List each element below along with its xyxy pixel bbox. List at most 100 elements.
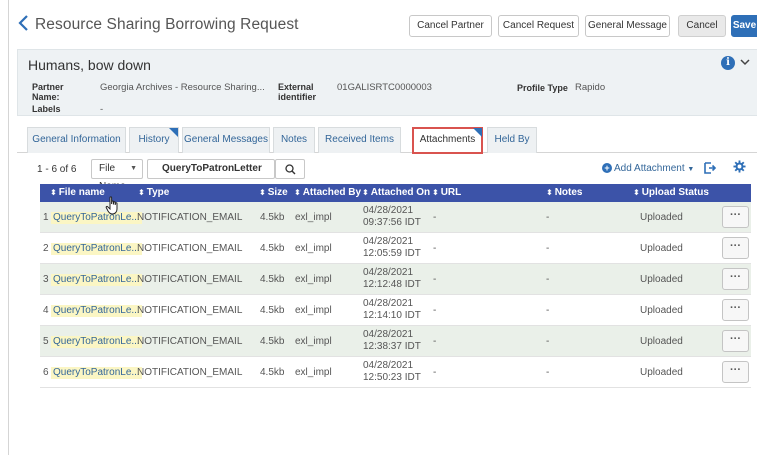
tab-label: General Messages — [184, 134, 268, 145]
type-cell: NOTIFICATION_EMAIL — [137, 243, 243, 254]
tab-label: Received Items — [325, 134, 394, 145]
new-indicator-icon — [473, 128, 482, 137]
sort-icon: ⬍ — [633, 188, 640, 197]
row-actions-ellipsis-icon[interactable]: ··· — [722, 268, 749, 290]
attached-by-cell: exl_impl — [295, 336, 332, 347]
upload-status-cell: Uploaded — [640, 367, 683, 378]
page-title: Resource Sharing Borrowing Request — [35, 16, 299, 33]
save-button[interactable]: Save — [731, 15, 757, 37]
tab-general-messages[interactable]: General Messages — [182, 127, 270, 153]
file-name-link[interactable]: QueryToPatronLe... — [51, 305, 142, 317]
upload-status-cell: Uploaded — [640, 336, 683, 347]
notes-cell: - — [546, 367, 550, 378]
profile-type-value: Rapido — [575, 82, 606, 93]
request-title: Humans, bow down — [28, 57, 151, 73]
sort-icon: ⬍ — [546, 188, 553, 197]
table-row[interactable]: 6 QueryToPatronLe... NOTIFICATION_EMAIL … — [40, 357, 751, 388]
filter-search-input[interactable]: QueryToPatronLetter — [147, 159, 275, 179]
cancel-button[interactable]: Cancel — [678, 15, 726, 37]
external-identifier-label: External identifier — [278, 82, 317, 102]
column-header-size[interactable]: ⬍ Size — [259, 184, 288, 202]
hand-cursor-icon — [105, 196, 121, 216]
table-row[interactable]: 1 QueryToPatronLe... NOTIFICATION_EMAIL … — [40, 202, 751, 233]
profile-type-label: Profile Type — [517, 83, 568, 93]
table-row[interactable]: 4 QueryToPatronLe... NOTIFICATION_EMAIL … — [40, 295, 751, 326]
column-header-type[interactable]: ⬍ Type — [138, 184, 169, 202]
tab-held-by[interactable]: Held By — [487, 127, 537, 153]
cancel-request-button[interactable]: Cancel Request — [498, 15, 579, 37]
column-header-file-name[interactable]: ⬍ File name — [50, 184, 105, 202]
attached-on-time: 12:14:10 IDT — [363, 310, 421, 321]
sort-icon: ⬍ — [432, 188, 439, 197]
cancel-partner-button[interactable]: Cancel Partner — [409, 15, 492, 37]
file-name-link[interactable]: QueryToPatronLe... — [51, 367, 142, 379]
external-identifier-value: 01GALISRTC0000003 — [337, 82, 432, 93]
chevron-down-icon[interactable] — [739, 55, 751, 69]
tab-general-information[interactable]: General Information — [27, 127, 126, 153]
tab-received-items[interactable]: Received Items — [318, 127, 401, 153]
info-icon[interactable]: i — [721, 56, 735, 70]
export-icon[interactable] — [703, 161, 717, 175]
row-actions-ellipsis-icon[interactable]: ··· — [722, 330, 749, 352]
add-attachment-button[interactable]: + Add Attachment ▼ — [602, 163, 694, 174]
attached-on-time: 12:50:23 IDT — [363, 372, 421, 383]
row-number: 5 — [43, 336, 49, 347]
row-actions-ellipsis-icon[interactable]: ··· — [722, 299, 749, 321]
attached-on-date: 04/28/2021 — [363, 298, 414, 309]
row-actions-ellipsis-icon[interactable]: ··· — [722, 206, 749, 228]
type-cell: NOTIFICATION_EMAIL — [137, 305, 243, 316]
tab-notes[interactable]: Notes — [273, 127, 315, 153]
table-row[interactable]: 2 QueryToPatronLe... NOTIFICATION_EMAIL … — [40, 233, 751, 264]
file-name-link[interactable]: QueryToPatronLe... — [51, 243, 142, 255]
attached-on-date: 04/28/2021 — [363, 205, 414, 216]
tab-label: History — [138, 134, 170, 145]
tab-label: Held By — [494, 134, 530, 145]
tab-label: Notes — [280, 134, 308, 145]
table-row[interactable]: 3 QueryToPatronLe... NOTIFICATION_EMAIL … — [40, 264, 751, 295]
row-actions-ellipsis-icon[interactable]: ··· — [722, 237, 749, 259]
tab-label: Attachments — [419, 134, 476, 145]
back-chevron-icon[interactable] — [17, 14, 31, 32]
app-window: Resource Sharing Borrowing Request Cance… — [8, 0, 757, 455]
gear-icon[interactable] — [733, 160, 747, 174]
tab-attachments[interactable]: Attachments — [412, 127, 483, 154]
size-cell: 4.5kb — [260, 243, 285, 254]
column-header-upload-status[interactable]: ⬍ Upload Status — [633, 184, 709, 202]
tab-label: General Information — [32, 134, 121, 145]
notes-cell: - — [546, 212, 550, 223]
request-summary-panel: Humans, bow down i Partner Name: Georgia… — [17, 49, 757, 116]
filter-field-select[interactable]: File Name ▼ — [91, 159, 143, 192]
attached-on-time: 12:12:48 IDT — [363, 279, 421, 290]
type-cell: NOTIFICATION_EMAIL — [137, 274, 243, 285]
attached-by-cell: exl_impl — [295, 305, 332, 316]
row-number: 4 — [43, 305, 49, 316]
general-message-button[interactable]: General Message — [585, 15, 670, 37]
column-header-notes[interactable]: ⬍ Notes — [546, 184, 583, 202]
partner-name-value: Georgia Archives - Resource Sharing... — [100, 82, 265, 93]
column-header-url[interactable]: ⬍ URL — [432, 184, 461, 202]
tab-history[interactable]: History — [129, 127, 179, 153]
file-name-link[interactable]: QueryToPatronLe... — [51, 336, 142, 348]
upload-status-cell: Uploaded — [640, 305, 683, 316]
file-name-link[interactable]: QueryToPatronLe... — [51, 274, 142, 286]
search-button[interactable] — [275, 159, 305, 179]
size-cell: 4.5kb — [260, 212, 285, 223]
caret-down-icon: ▼ — [130, 165, 137, 172]
attached-by-cell: exl_impl — [295, 367, 332, 378]
column-header-attached-on[interactable]: ⬍ Attached On — [362, 184, 430, 202]
column-label: Type — [146, 187, 170, 198]
file-name-link[interactable]: QueryToPatronLe... — [51, 212, 142, 224]
notes-cell: - — [546, 243, 550, 254]
url-cell: - — [433, 367, 437, 378]
labels-value: - — [100, 104, 104, 115]
table-row[interactable]: 5 QueryToPatronLe... NOTIFICATION_EMAIL … — [40, 326, 751, 357]
partner-name-label: Partner Name: — [32, 82, 64, 102]
row-number: 1 — [43, 212, 49, 223]
column-label: Attached By — [302, 187, 362, 198]
row-actions-ellipsis-icon[interactable]: ··· — [722, 361, 749, 383]
column-header-attached-by[interactable]: ⬍ Attached By — [294, 184, 361, 202]
size-cell: 4.5kb — [260, 274, 285, 285]
column-label: Upload Status — [641, 187, 709, 198]
attached-by-cell: exl_impl — [295, 243, 332, 254]
column-label: Notes — [554, 187, 583, 198]
